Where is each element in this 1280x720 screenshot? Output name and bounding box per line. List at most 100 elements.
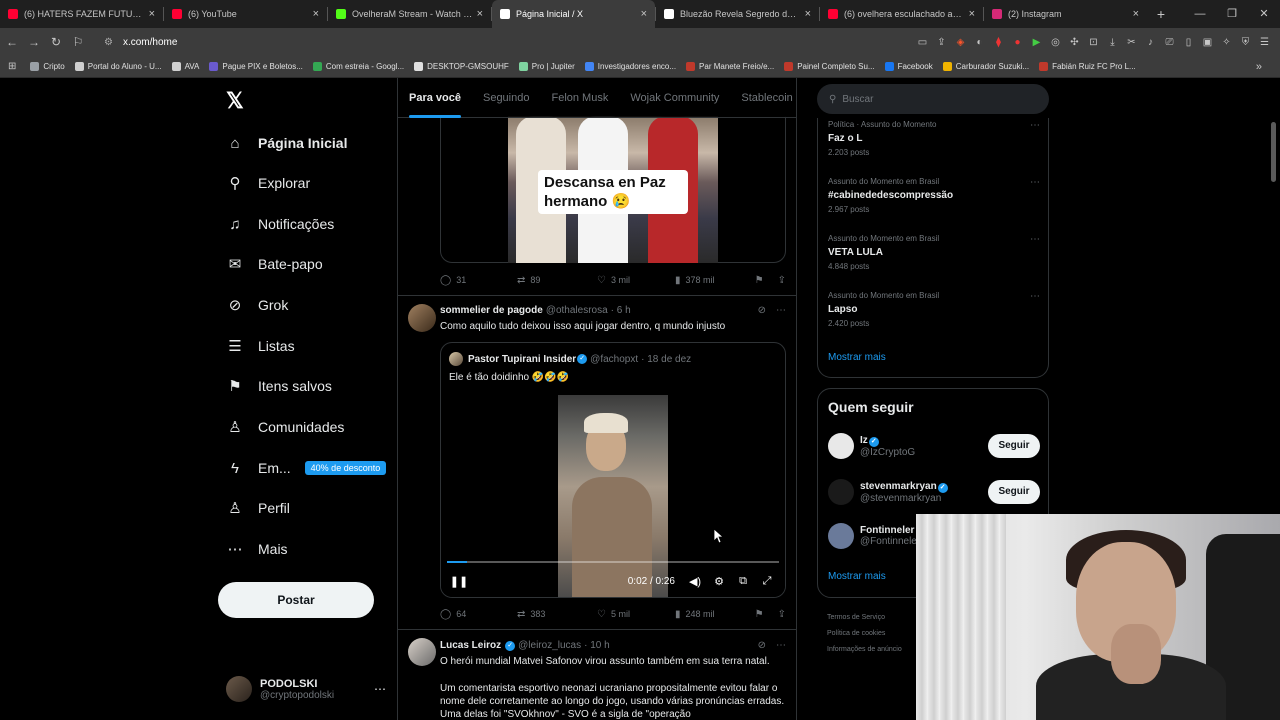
close-tab-icon[interactable]: × — [313, 8, 319, 20]
nav-item-explorar[interactable]: ⚲ Explorar — [226, 171, 311, 195]
reload-icon[interactable]: ↻ — [46, 35, 66, 49]
more-icon[interactable]: ⋯ — [1030, 120, 1040, 131]
share-icon[interactable]: ⇪ — [932, 37, 951, 48]
avatar[interactable] — [408, 304, 436, 332]
author-handle[interactable]: @othalesrosa — [546, 305, 608, 316]
bookmark-item[interactable]: Fabián Ruiz FC Pro L... — [1039, 62, 1136, 71]
like-button[interactable]: ♡ 5 mil — [597, 609, 675, 620]
settings-icon[interactable]: ⚙ — [707, 575, 731, 588]
bookmark-item[interactable]: Pague PIX e Boletos... — [209, 62, 303, 71]
extension-icon[interactable]: ▶ — [1027, 37, 1046, 48]
more-icon[interactable]: ⋯ — [776, 305, 786, 316]
bookmark-icon[interactable]: ⚑ — [755, 275, 764, 286]
follow-button[interactable]: Seguir — [988, 480, 1040, 504]
post-button[interactable]: Postar — [218, 582, 374, 618]
author-name[interactable]: sommelier de pagode — [440, 305, 543, 316]
tab-para-você[interactable]: Para você — [398, 78, 472, 118]
trend-item[interactable]: Assunto do Momento em Brasil #cabinededes… — [828, 177, 1040, 214]
close-tab-icon[interactable]: × — [477, 8, 483, 20]
close-tab-icon[interactable]: × — [805, 8, 811, 20]
footer-link[interactable]: Informações de anúncio — [827, 642, 917, 658]
reply-button[interactable]: ◯ 31 — [440, 275, 517, 286]
close-tab-icon[interactable]: × — [641, 8, 647, 20]
forward-icon[interactable]: → — [24, 35, 44, 49]
like-button[interactable]: ♡ 3 mil — [597, 275, 675, 286]
url-field[interactable]: ⚙ x.com/home — [96, 31, 896, 53]
sidebar-icon[interactable]: ▯ — [1179, 37, 1198, 48]
more-icon[interactable]: ⋯ — [776, 640, 786, 651]
video-progress-bar[interactable] — [447, 561, 779, 563]
extension-icon[interactable]: ⊡ — [1084, 37, 1103, 48]
account-switcher[interactable]: PODOLSKI @cryptopodolski ⋯ — [226, 674, 386, 704]
nav-item-listas[interactable]: ☰ Listas — [226, 334, 294, 358]
more-icon[interactable]: ⋯ — [1030, 234, 1040, 245]
trend-item[interactable]: Assunto do Momento em Brasil VETA LULA 4.8… — [828, 234, 1040, 271]
bookmark-item[interactable]: Pro | Jupiter — [518, 62, 575, 71]
more-bookmarks-icon[interactable]: » — [1256, 61, 1262, 73]
browser-tab[interactable]: (2) Instagram × — [984, 0, 1147, 28]
browser-tab[interactable]: (6) HATERS FAZEM FUTURA BLUEZE × — [0, 0, 163, 28]
fullscreen-icon[interactable]: ⤢ — [755, 575, 779, 588]
x-logo-icon[interactable]: 𝕏 — [226, 88, 244, 114]
nav-item-bate-papo[interactable]: ✉ Bate-papo — [226, 252, 323, 276]
search-input[interactable]: ⚲ Buscar — [817, 84, 1049, 114]
extension-icon[interactable]: ◐ — [970, 37, 989, 48]
share-icon[interactable]: ⇪ — [778, 275, 786, 286]
browser-tab[interactable]: (6) ovelhera esculachado após perde × — [820, 0, 983, 28]
nav-item-grok[interactable]: ⊘ Grok — [226, 293, 289, 317]
tab-stablecoin[interactable]: Stablecoin — [730, 78, 796, 118]
cast-icon[interactable]: ▭ — [913, 37, 932, 48]
post-time[interactable]: · 6 h — [611, 305, 631, 316]
footer-link[interactable]: Política de cookies — [827, 626, 917, 642]
volume-icon[interactable]: ◀) — [683, 575, 707, 588]
bookmark-item[interactable]: Carburador Suzuki... — [942, 62, 1029, 71]
leo-icon[interactable]: ✧ — [1217, 37, 1236, 48]
bookmark-item[interactable]: Investigadores enco... — [584, 62, 676, 71]
minimize-icon[interactable]: — — [1184, 0, 1216, 28]
bookmark-item[interactable]: Painel Completo Su... — [784, 62, 875, 71]
bookmark-page-icon[interactable]: ⚐ — [68, 35, 88, 49]
avatar[interactable] — [408, 638, 436, 666]
more-icon[interactable]: ⋯ — [1030, 177, 1040, 188]
nav-item-página-inicial[interactable]: ⌂ Página Inicial — [226, 131, 347, 155]
maximize-icon[interactable]: ❐ — [1216, 0, 1248, 28]
more-icon[interactable]: ⋯ — [1030, 291, 1040, 302]
views-button[interactable]: ▮ 248 mil — [675, 609, 715, 620]
browser-tab[interactable]: OvelheraM Stream - Watch Live on × — [328, 0, 491, 28]
nav-item-mais[interactable]: ⋯ Mais — [226, 537, 288, 561]
show-more-link[interactable]: Mostrar mais — [828, 352, 886, 363]
share-icon[interactable]: ⇪ — [778, 609, 786, 620]
repost-button[interactable]: ⇄ 89 — [517, 275, 597, 286]
more-icon[interactable]: ⋯ — [374, 682, 386, 696]
tab-wojak-community[interactable]: Wojak Community — [619, 78, 730, 118]
apps-grid-icon[interactable]: ⊞ — [8, 61, 16, 72]
browser-tab[interactable]: Página Inicial / X × — [492, 0, 655, 28]
close-tab-icon[interactable]: × — [969, 8, 975, 20]
bookmark-item[interactable]: Facebook — [884, 62, 933, 71]
repost-button[interactable]: ⇄ 383 — [517, 609, 597, 620]
quoted-post[interactable]: Pastor Tupirani Insider ✓ @fachopxt · 18… — [440, 342, 786, 598]
new-tab-button[interactable]: + — [1147, 6, 1175, 22]
screenshot-icon[interactable]: ⎚ — [1160, 37, 1179, 48]
nav-item-perfil[interactable]: ♙ Perfil — [226, 496, 290, 520]
post-time[interactable]: · 10 h — [584, 640, 610, 651]
trend-item[interactable]: Política · Assunto do Momento Faz o L 2.20… — [828, 120, 1040, 157]
pip-icon[interactable]: ⧉ — [731, 575, 755, 588]
vpn-icon[interactable]: ⛨ — [1236, 37, 1255, 48]
extension-icon[interactable]: ◎ — [1046, 37, 1065, 48]
trend-item[interactable]: Assunto do Momento em Brasil Lapso 2.420 p… — [828, 291, 1040, 328]
close-window-icon[interactable]: ✕ — [1248, 0, 1280, 28]
pause-icon[interactable]: ❚❚ — [447, 575, 471, 588]
bookmark-item[interactable]: AVA — [171, 62, 199, 71]
footer-link[interactable]: Termos de Serviço — [827, 610, 917, 626]
bookmark-item[interactable]: Par Manete Freio/e... — [686, 62, 774, 71]
nav-item-comunidades[interactable]: ♙ Comunidades — [226, 415, 344, 439]
follow-button[interactable]: Seguir — [988, 434, 1040, 458]
author-name[interactable]: Lucas Leiroz — [440, 640, 501, 651]
nav-item-itens-salvos[interactable]: ⚑ Itens salvos — [226, 374, 332, 398]
reply-button[interactable]: ◯ 64 — [440, 609, 517, 620]
page-scrollbar[interactable] — [1271, 122, 1276, 182]
media-icon[interactable]: ♪ — [1141, 37, 1160, 48]
clip-icon[interactable]: ✂ — [1122, 37, 1141, 48]
bookmark-icon[interactable]: ⚑ — [755, 609, 764, 620]
